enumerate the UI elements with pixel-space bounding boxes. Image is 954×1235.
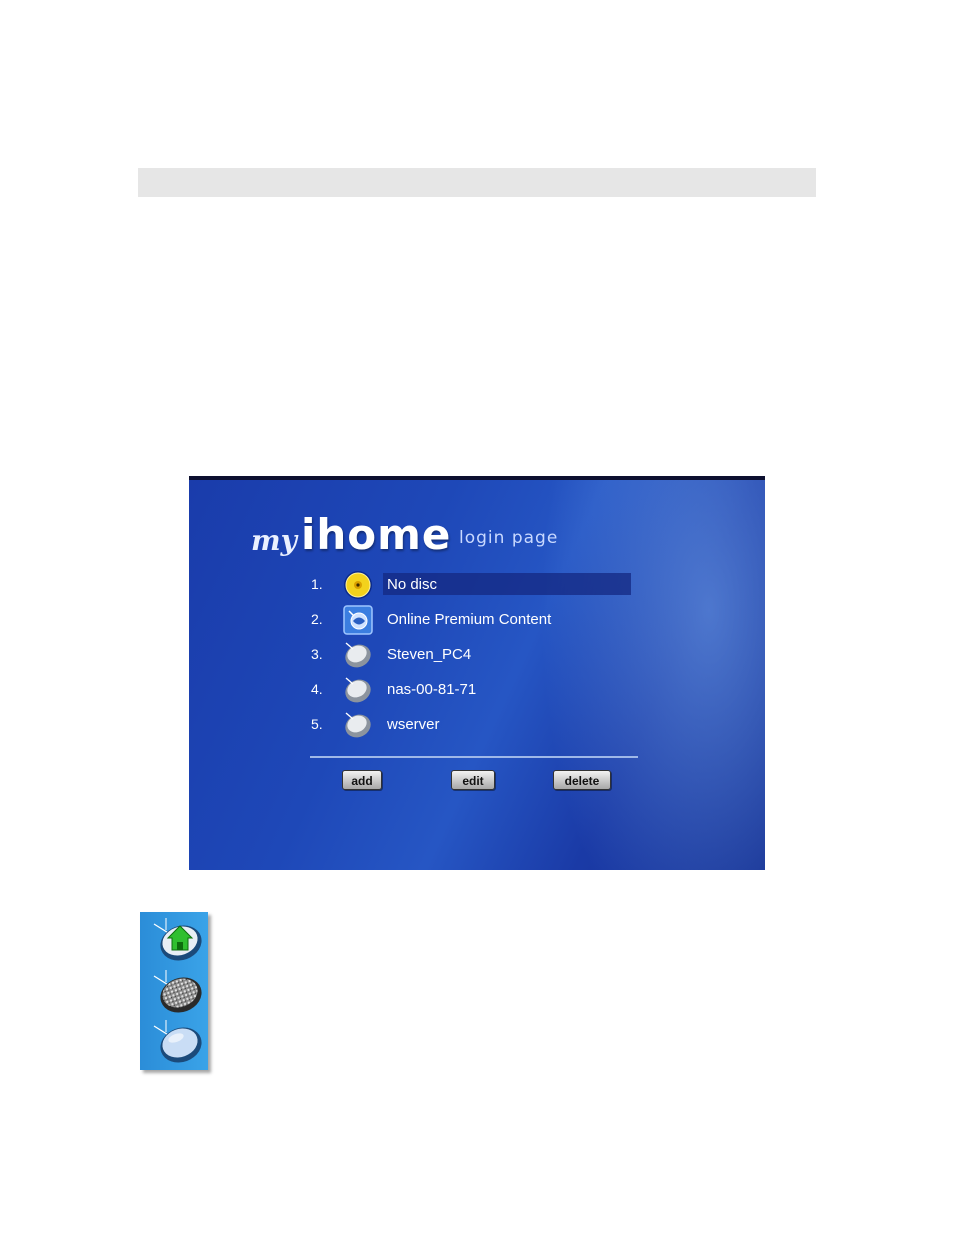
server-icon (345, 712, 371, 738)
icon-legend-strip (140, 912, 208, 1070)
blank-stone-icon (153, 1020, 202, 1063)
item-number: 3. (311, 646, 323, 662)
item-label: nas-00-81-71 (387, 681, 477, 698)
source-item-no-disc[interactable]: 1. No disc (309, 568, 639, 600)
source-item-nas-00-81-71[interactable]: 4. nas-00-81-71 (309, 673, 639, 705)
myihome-login-screen: my ihome login page 1. No disc 2. Online… (189, 476, 765, 870)
server-icon (345, 677, 371, 703)
item-label: No disc (387, 576, 438, 593)
home-icon (153, 918, 202, 961)
list-divider (310, 756, 638, 758)
source-item-wserver[interactable]: 5. wserver (309, 708, 639, 740)
globe-icon (343, 605, 373, 635)
delete-button[interactable]: delete (553, 770, 611, 790)
item-number: 2. (311, 611, 323, 627)
item-label: wserver (387, 716, 440, 733)
source-item-steven-pc4[interactable]: 3. Steven_PC4 (309, 638, 639, 670)
gray-header-bar (138, 168, 816, 197)
logo-ihome-text: ihome (301, 510, 452, 559)
disc-icon (344, 571, 372, 599)
item-number: 1. (311, 576, 323, 592)
edit-button[interactable]: edit (451, 770, 495, 790)
item-label: Online Premium Content (387, 611, 552, 628)
page-subtitle: login page (459, 528, 559, 548)
source-item-online-premium-content[interactable]: 2. Online Premium Content (309, 603, 639, 635)
item-number: 5. (311, 716, 323, 732)
myihome-logo: my ihome login page (251, 510, 581, 559)
item-label: Steven_PC4 (387, 646, 472, 663)
textured-stone-icon (153, 970, 202, 1013)
logo-my-text: my (251, 524, 297, 557)
item-number: 4. (311, 681, 323, 697)
server-icon (345, 642, 371, 668)
add-button[interactable]: add (342, 770, 382, 790)
